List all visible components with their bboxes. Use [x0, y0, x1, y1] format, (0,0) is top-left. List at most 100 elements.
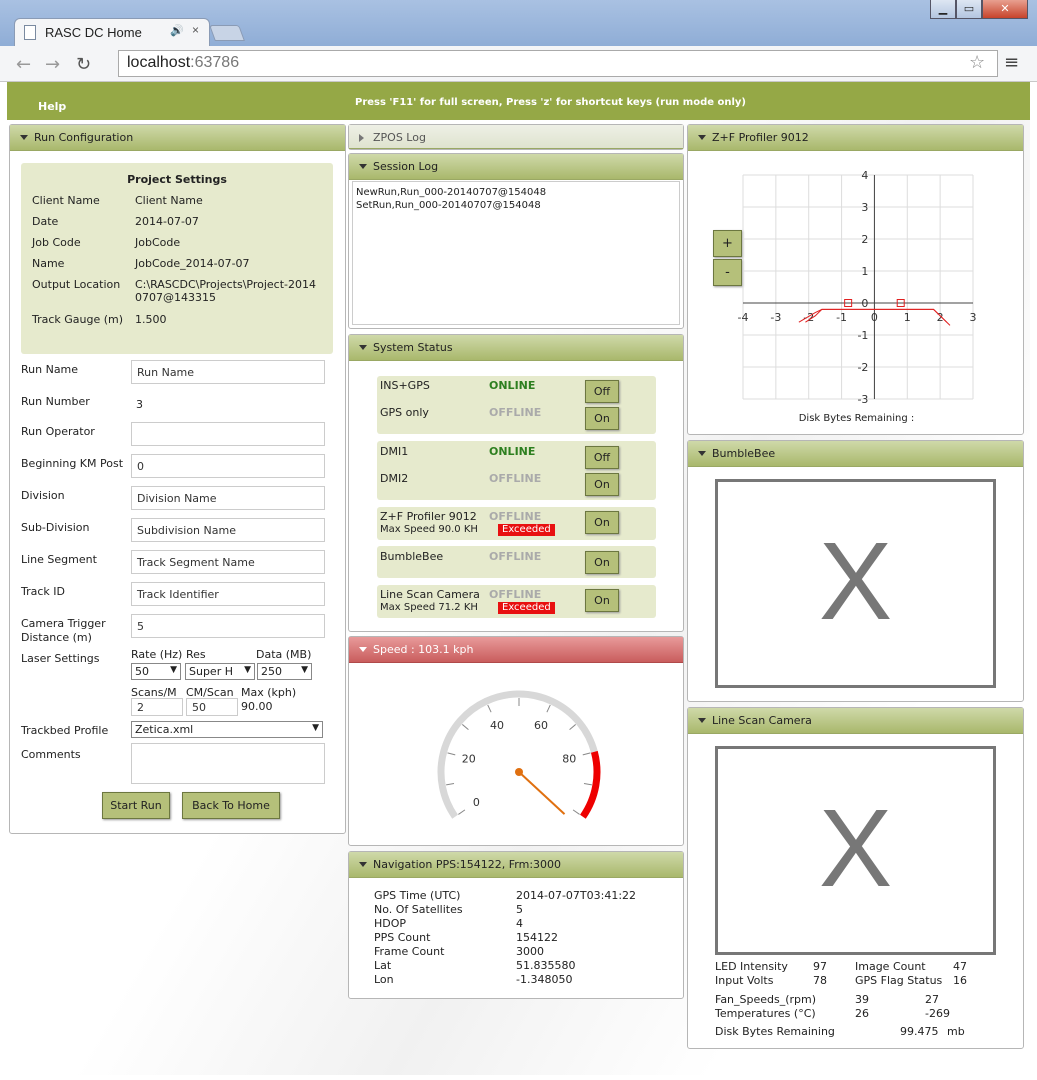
division-input[interactable]: Division Name [131, 486, 325, 510]
chevron-down-icon: ▼ [301, 665, 308, 675]
res-select[interactable]: Super H ▼ [185, 663, 255, 680]
y-tick-label: 4 [861, 169, 868, 182]
laser-settings-label: Laser Settings [21, 652, 100, 665]
track-id-label: Track ID [21, 585, 65, 598]
temperature-a: 26 [855, 1007, 869, 1020]
bumblebee-image-placeholder: X [715, 479, 996, 688]
document-icon [24, 25, 36, 40]
x-tick-label: 0 [871, 311, 878, 324]
comments-textarea[interactable] [131, 743, 325, 784]
run-operator-input[interactable] [131, 422, 325, 446]
speed-header[interactable]: Speed : 103.1 kph [349, 637, 683, 663]
profiler-panel: Z+F Profiler 9012 + - 4 3 2 1 0 -1 -2 -3 -4 -3 -2-… [687, 124, 1024, 435]
browser-tab[interactable]: RASC DC Home 🔊 × [14, 18, 210, 46]
system-status-header[interactable]: System Status [349, 335, 683, 361]
profiler-toggle-button[interactable]: On [585, 511, 619, 534]
fan-speed-a: 39 [855, 993, 869, 1006]
close-window-icon[interactable]: ✕ [982, 0, 1028, 19]
dmi-group: DMI1 ONLINE Off DMI2 OFFLINE On [377, 441, 656, 500]
address-bar[interactable]: localhost:63786 [118, 50, 998, 77]
temperatures-label: Temperatures (°C) [715, 1007, 816, 1020]
res-select-value: Super H [189, 665, 233, 678]
maximize-icon[interactable]: ▭ [956, 0, 982, 19]
speed-panel: Speed : 103.1 kph 0 20 40 60 80 [348, 636, 684, 846]
project-settings-box: Project Settings Client Name Client Name… [21, 163, 333, 354]
gauge-needle [518, 771, 566, 815]
led-intensity-label: LED Intensity [715, 960, 788, 973]
device-status: OFFLINE [489, 588, 542, 601]
log-line: SetRun,Run_000-20140707@154048 [356, 200, 541, 211]
forward-arrow-icon[interactable]: → [45, 54, 60, 75]
exceeded-badge: Exceeded [498, 524, 555, 536]
subdivision-input[interactable]: Subdivision Name [131, 518, 325, 542]
project-label: Date [32, 215, 59, 228]
back-to-home-button[interactable]: Back To Home [182, 792, 280, 819]
url-port: :63786 [190, 54, 240, 71]
minimize-icon[interactable]: ▁ [930, 0, 956, 19]
x-tick-label: -3 [770, 311, 781, 324]
menu-icon[interactable]: ≡ [1004, 52, 1019, 73]
dmi1-toggle-button[interactable]: Off [585, 446, 619, 469]
scans-input[interactable]: 2 [131, 698, 183, 716]
subdivision-label: Sub-Division [21, 521, 90, 534]
bumblebee-header[interactable]: BumbleBee [688, 441, 1023, 467]
help-link[interactable]: Help [38, 100, 66, 113]
profiler-header[interactable]: Z+F Profiler 9012 [688, 125, 1023, 151]
exceeded-badge: Exceeded [498, 602, 555, 614]
gauge-tick [458, 809, 466, 815]
new-tab-button[interactable] [209, 25, 245, 41]
dmi2-toggle-button[interactable]: On [585, 473, 619, 496]
nav-label: HDOP [374, 917, 407, 930]
cmscan-input[interactable]: 50 [186, 698, 238, 716]
run-configuration-header[interactable]: Run Configuration [10, 125, 345, 151]
x-tick-label: 1 [904, 311, 911, 324]
start-run-button[interactable]: Start Run [102, 792, 170, 819]
track-id-input[interactable]: Track Identifier [131, 582, 325, 606]
profiler-status-group: Z+F Profiler 9012 OFFLINE Max Speed 90.0… [377, 507, 656, 540]
trackbed-label: Trackbed Profile [21, 724, 109, 737]
navigation-header[interactable]: Navigation PPS:154122, Frm:3000 [349, 852, 683, 878]
back-arrow-icon[interactable]: ← [16, 54, 31, 75]
y-tick-label: -2 [857, 361, 868, 374]
url-host: localhost [127, 54, 191, 71]
y-tick-label: 0 [861, 297, 868, 310]
linescan-header[interactable]: Line Scan Camera [688, 708, 1023, 734]
gauge-tick [447, 752, 456, 756]
device-max-speed: Max Speed 90.0 KH [380, 524, 478, 535]
system-status-panel: System Status INS+GPS ONLINE Off GPS onl… [348, 334, 684, 632]
trackbed-select[interactable]: Zetica.xml ▼ [131, 721, 323, 738]
session-log-header[interactable]: Session Log [349, 154, 683, 180]
comments-label: Comments [21, 748, 81, 761]
km-post-input[interactable]: 0 [131, 454, 325, 478]
device-name: Line Scan Camera [380, 588, 480, 601]
run-number-label: Run Number [21, 395, 90, 408]
rate-select[interactable]: 50 ▼ [131, 663, 181, 680]
camera-trigger-input[interactable]: 5 [131, 614, 325, 638]
y-tick-label: 3 [861, 201, 868, 214]
profiler-disk-label: Disk Bytes Remaining : [798, 413, 915, 424]
reload-icon[interactable]: ↻ [76, 54, 91, 75]
run-name-input[interactable]: Run Name [131, 360, 325, 384]
fan-speed-b: 27 [925, 993, 939, 1006]
ins-gps-group: INS+GPS ONLINE Off GPS only OFFLINE On [377, 376, 656, 434]
bookmark-star-icon[interactable]: ☆ [969, 52, 985, 73]
project-value: 1.500 [135, 313, 167, 326]
tab-close-icon[interactable]: × [192, 23, 199, 37]
y-tick-label: 1 [861, 265, 868, 278]
line-segment-input[interactable]: Track Segment Name [131, 550, 325, 574]
device-status: OFFLINE [489, 510, 542, 523]
session-log-area[interactable]: NewRun,Run_000-20140707@154048 SetRun,Ru… [352, 181, 680, 325]
data-select-value: 250 [261, 665, 282, 678]
gps-only-toggle-button[interactable]: On [585, 407, 619, 430]
linescan-toggle-button[interactable]: On [585, 589, 619, 612]
trackbed-select-value: Zetica.xml [135, 723, 194, 736]
nav-label: PPS Count [374, 931, 431, 944]
zpos-log-panel: ZPOS Log [348, 124, 684, 150]
header-hint: Press 'F11' for full screen, Press 'z' f… [355, 97, 747, 108]
gps-flag-label: GPS Flag Status [855, 974, 943, 987]
y-tick-label: 2 [861, 233, 868, 246]
data-select[interactable]: 250 ▼ [257, 663, 312, 680]
bumblebee-toggle-button[interactable]: On [585, 551, 619, 574]
zpos-log-header[interactable]: ZPOS Log [349, 125, 683, 149]
ins-gps-toggle-button[interactable]: Off [585, 380, 619, 403]
